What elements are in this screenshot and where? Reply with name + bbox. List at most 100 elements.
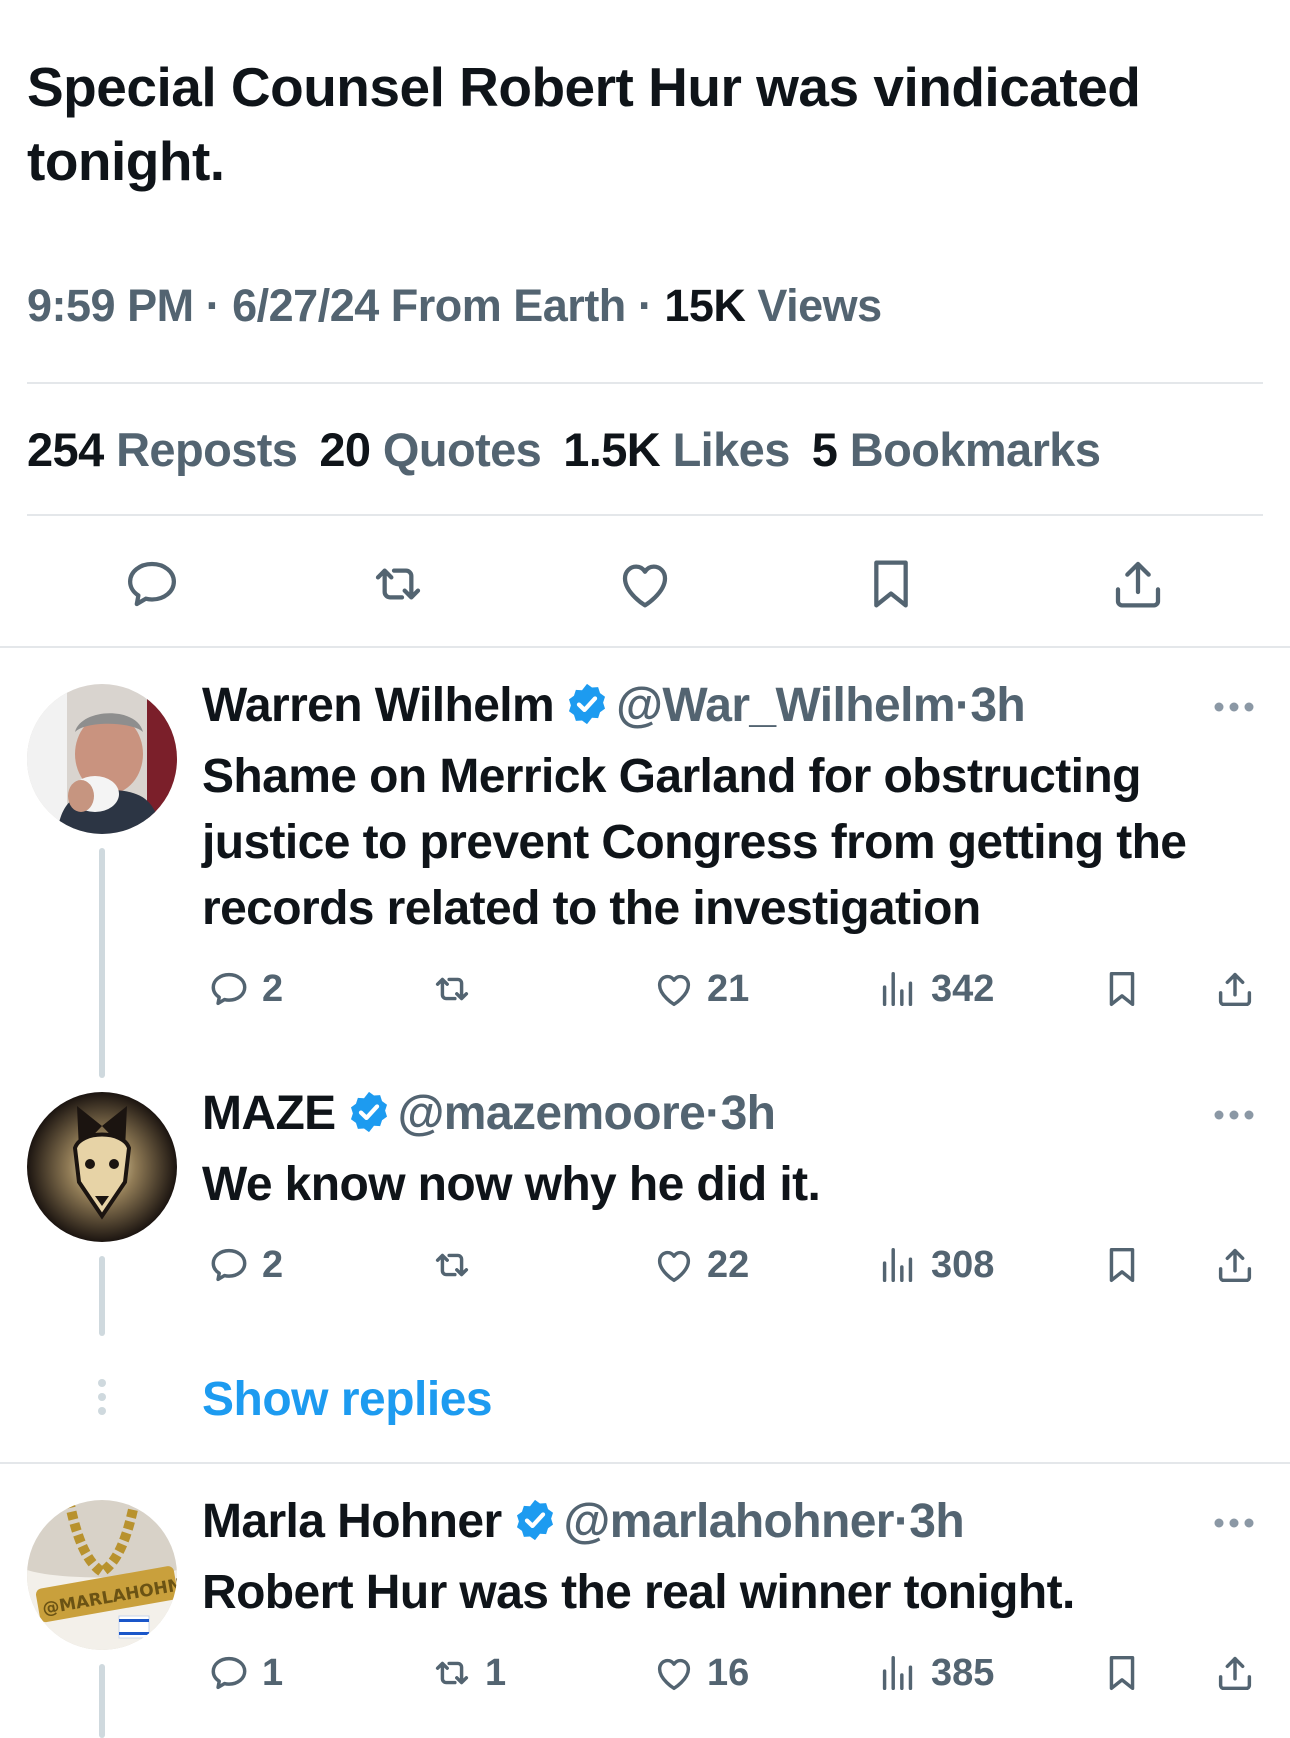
likes-link[interactable]: 1.5K Likes xyxy=(563,423,790,476)
repost-icon xyxy=(435,977,469,1001)
like-icon xyxy=(657,1658,691,1691)
divider xyxy=(0,1462,1290,1464)
display-name[interactable]: Marla Hohner xyxy=(202,1495,502,1548)
like-count: 16 xyxy=(707,1651,750,1694)
more-options-icon[interactable] xyxy=(1212,700,1256,714)
timestamp[interactable]: 3h xyxy=(909,1495,964,1548)
more-options-icon[interactable] xyxy=(1212,1516,1256,1530)
divider xyxy=(27,514,1263,516)
reply-text: We know now why he did it. xyxy=(202,1158,821,1211)
reply-header: Marla Hohner @marlahohner·3h xyxy=(202,1494,965,1549)
like-icon[interactable] xyxy=(613,552,677,616)
verified-badge-icon xyxy=(569,683,606,725)
like-count: 21 xyxy=(707,967,750,1010)
like-icon xyxy=(657,1250,691,1283)
like-button[interactable]: 22 xyxy=(651,1241,749,1289)
bookmarks-count: 5 xyxy=(811,423,838,476)
timestamp[interactable]: 3h xyxy=(970,679,1025,732)
views-button[interactable]: 385 xyxy=(875,1649,994,1697)
reply-count: 2 xyxy=(262,1243,284,1286)
reply-text: Robert Hur was the real winner tonight. xyxy=(202,1566,1075,1619)
like-button[interactable]: 21 xyxy=(651,965,749,1013)
quotes-link[interactable]: 20 Quotes xyxy=(319,423,541,476)
bookmarks-label: Bookmarks xyxy=(849,423,1101,476)
view-count: 342 xyxy=(931,967,995,1010)
handle[interactable]: @mazemoore xyxy=(398,1087,706,1140)
repost-icon xyxy=(435,1661,469,1685)
bookmark-button[interactable] xyxy=(1099,1649,1145,1697)
separator: · xyxy=(705,1087,721,1140)
share-icon xyxy=(1218,972,1252,1007)
separator: · xyxy=(205,280,221,331)
handle[interactable]: @War_Wilhelm xyxy=(616,679,955,732)
views-label: Views xyxy=(757,280,882,331)
avatar[interactable]: @MARLAHOHNER xyxy=(27,1500,177,1650)
reposts-label: Reposts xyxy=(116,423,298,476)
display-name[interactable]: Warren Wilhelm xyxy=(202,679,555,732)
views-icon xyxy=(882,971,913,1007)
repost-button[interactable]: 1 xyxy=(429,1649,506,1697)
divider xyxy=(0,646,1290,648)
reply-header: MAZE @mazemoore·3h xyxy=(202,1086,776,1141)
reply-button[interactable]: 1 xyxy=(206,1649,283,1697)
quotes-label: Quotes xyxy=(382,423,542,476)
share-icon xyxy=(1218,1656,1252,1691)
handle[interactable]: @marlahohner xyxy=(564,1495,895,1548)
tweet-date[interactable]: 6/27/24 xyxy=(232,280,379,331)
timestamp[interactable]: 3h xyxy=(721,1087,776,1140)
share-button[interactable] xyxy=(1212,1241,1258,1289)
share-icon[interactable] xyxy=(1106,552,1170,616)
repost-icon xyxy=(435,1253,469,1277)
thread-line xyxy=(99,1256,105,1336)
tweet-meta: 9:59 PM · 6/27/24 From Earth · 15K Views xyxy=(27,280,882,332)
reply-icon xyxy=(211,1656,247,1690)
tweet-source: From Earth xyxy=(390,280,627,331)
verified-badge-icon xyxy=(350,1091,387,1133)
verified-badge-icon xyxy=(516,1499,553,1541)
tweet-text: Special Counsel Robert Hur was vindicate… xyxy=(27,56,1141,192)
repost-button[interactable] xyxy=(429,1241,485,1289)
reply-count: 2 xyxy=(262,967,284,1010)
bookmark-button[interactable] xyxy=(1099,1241,1145,1289)
bookmark-icon xyxy=(1109,971,1135,1007)
reply-text: Shame on Merrick Garland for obstructing… xyxy=(202,750,1187,935)
bookmark-icon xyxy=(1109,1247,1135,1283)
reply-icon xyxy=(211,972,247,1006)
bookmarks-link[interactable]: 5 Bookmarks xyxy=(812,423,1101,476)
reply-icon[interactable] xyxy=(120,552,184,616)
avatar[interactable] xyxy=(27,684,177,834)
engagement-stats: 254 Reposts 20 Quotes 1.5K Likes 5 Bookmark… xyxy=(27,422,1101,477)
views-icon xyxy=(882,1655,913,1691)
separator: · xyxy=(954,679,971,732)
views-icon xyxy=(882,1247,913,1283)
reply-button[interactable]: 2 xyxy=(206,1241,283,1289)
tweet-time[interactable]: 9:59 PM xyxy=(27,280,194,331)
reposts-link[interactable]: 254 Reposts xyxy=(27,423,298,476)
separator: · xyxy=(893,1495,910,1548)
views-button[interactable]: 342 xyxy=(875,965,994,1013)
show-replies-link[interactable]: Show replies xyxy=(202,1372,493,1427)
bookmark-button[interactable] xyxy=(1099,965,1145,1013)
reply-icon xyxy=(211,1248,247,1282)
like-count: 22 xyxy=(707,1243,750,1286)
reply-button[interactable]: 2 xyxy=(206,965,283,1013)
more-options-icon[interactable] xyxy=(1212,1108,1256,1122)
view-count: 385 xyxy=(931,1651,995,1694)
repost-count: 1 xyxy=(485,1651,507,1694)
display-name[interactable]: MAZE xyxy=(202,1087,336,1140)
reply-count: 1 xyxy=(262,1651,284,1694)
repost-icon[interactable] xyxy=(366,552,430,616)
share-button[interactable] xyxy=(1212,1649,1258,1697)
share-icon xyxy=(1218,1248,1252,1283)
like-icon xyxy=(657,974,691,1007)
repost-button[interactable] xyxy=(429,965,485,1013)
thread-gap-dots xyxy=(97,1378,107,1418)
view-count: 308 xyxy=(931,1243,995,1286)
avatar[interactable] xyxy=(27,1092,177,1242)
bookmark-icon[interactable] xyxy=(859,552,923,616)
views-button[interactable]: 308 xyxy=(875,1241,994,1289)
likes-label: Likes xyxy=(672,423,791,476)
like-button[interactable]: 16 xyxy=(651,1649,749,1697)
likes-count: 1.5K xyxy=(563,423,661,476)
share-button[interactable] xyxy=(1212,965,1258,1013)
